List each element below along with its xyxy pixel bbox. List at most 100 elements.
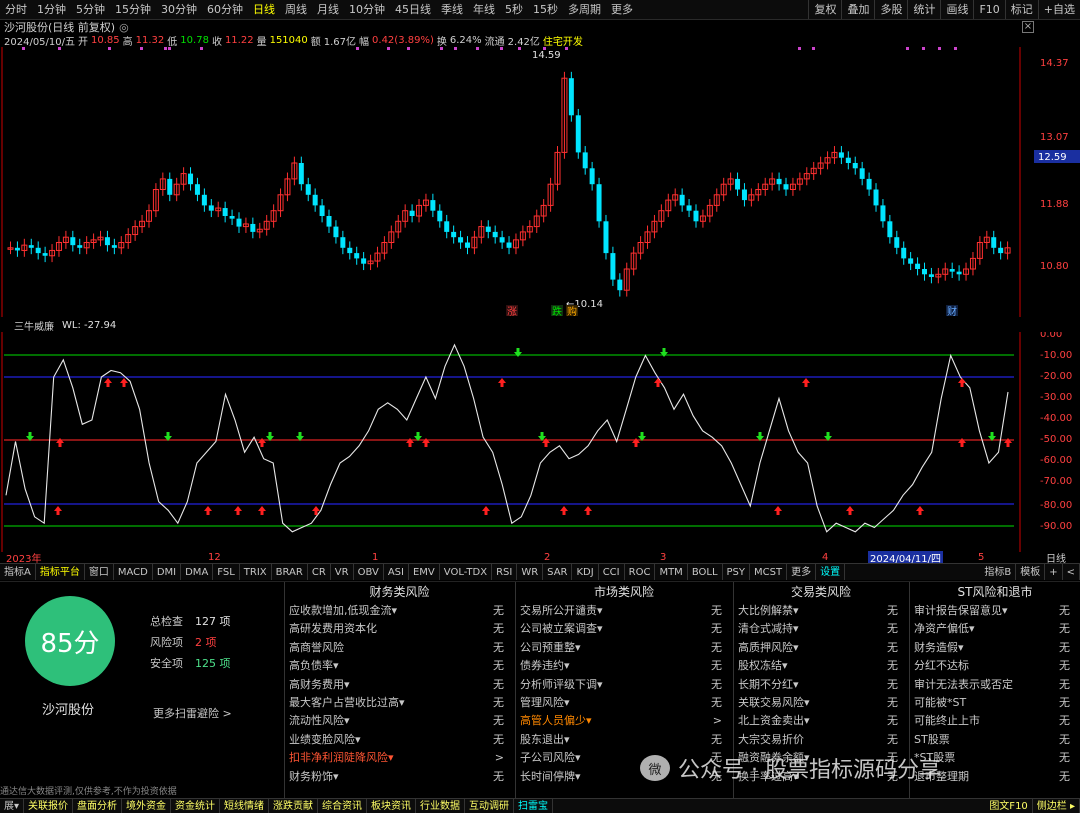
risk-item[interactable]: 北上资金卖出▾ 无	[734, 712, 908, 730]
risk-item[interactable]: 分红不达标 无	[910, 657, 1080, 675]
tab-right-button[interactable]: 模板	[1016, 564, 1046, 580]
period-tab[interactable]: 5秒	[500, 0, 528, 19]
risk-item[interactable]: 应收款增加,低现金流▾ 无	[285, 602, 514, 620]
period-tab[interactable]: 分时	[0, 0, 32, 19]
marker-zhang[interactable]: 涨	[507, 306, 517, 317]
toolbar-right-button[interactable]: F10	[973, 0, 1004, 19]
period-tab[interactable]: 日线	[248, 0, 280, 19]
period-tab[interactable]: 30分钟	[156, 0, 202, 19]
close-icon[interactable]: ×	[1022, 21, 1034, 33]
risk-item[interactable]: 扣非净利润陡降风险▾ >	[285, 749, 514, 767]
indicator-tab[interactable]: DMI	[153, 564, 182, 580]
more-scan-link[interactable]: 更多扫雷避险 >	[153, 705, 232, 721]
risk-item[interactable]: 管理风险▾ 无	[516, 694, 732, 712]
bottom-tab[interactable]: 综合资讯	[318, 799, 368, 813]
indicator-tab[interactable]: PSY	[723, 564, 751, 580]
toolbar-right-button[interactable]: 多股	[874, 0, 907, 19]
risk-item[interactable]: 高质押风险▾ 无	[734, 639, 908, 657]
indicator-tab[interactable]: MTM	[655, 564, 688, 580]
candlestick-chart[interactable]: 14.59 ←10.14 涨 跌 购 财 14.37 13.07 11.88 1…	[0, 47, 1080, 317]
toolbar-right-button[interactable]: 标记	[1004, 0, 1038, 19]
marker-cai[interactable]: 财	[947, 305, 957, 317]
risk-item[interactable]: 分析师评级下调▾ 无	[516, 676, 732, 694]
risk-item[interactable]: 关联交易风险▾ 无	[734, 694, 908, 712]
tab-right-button[interactable]: +	[1045, 564, 1063, 580]
indicator-tab[interactable]: MCST	[750, 564, 788, 580]
indicator-tab[interactable]: DMA	[181, 564, 214, 580]
indicator-tab[interactable]: BOLL	[688, 564, 723, 580]
period-tab[interactable]: 15分钟	[110, 0, 156, 19]
period-tab[interactable]: 1分钟	[32, 0, 71, 19]
indicator-tab[interactable]: CR	[308, 564, 331, 580]
period-tab[interactable]: 更多	[606, 0, 638, 19]
risk-item[interactable]: 股东退出▾ 无	[516, 731, 732, 749]
indicator-tab[interactable]: VOL-TDX	[440, 564, 493, 580]
bottom-tab[interactable]: 扫雷宝	[514, 799, 554, 813]
indicator-tab[interactable]: 更多	[787, 564, 817, 580]
bottom-tab[interactable]: 行业数据	[416, 799, 466, 813]
risk-item[interactable]: 业绩变脸风险▾ 无	[285, 731, 514, 749]
bottom-tab[interactable]: 板块资讯	[367, 799, 417, 813]
period-tab[interactable]: 季线	[436, 0, 468, 19]
indicator-tab[interactable]: KDJ	[572, 564, 599, 580]
period-tab[interactable]: 45日线	[390, 0, 436, 19]
indicator-tab[interactable]: WR	[517, 564, 544, 580]
toolbar-right-button[interactable]: 叠加	[841, 0, 874, 19]
indicator-tab[interactable]: 窗口	[85, 564, 114, 580]
indicator-tab[interactable]: 指标A	[0, 564, 36, 580]
bottom-tab[interactable]: 关联报价	[24, 799, 74, 813]
risk-item[interactable]: 审计报告保留意见▾ 无	[910, 602, 1080, 620]
indicator-tab[interactable]: MACD	[114, 564, 153, 580]
risk-item[interactable]: 高管人员偏少▾ >	[516, 712, 732, 730]
indicator-tab[interactable]: BRAR	[272, 564, 308, 580]
indicator-tab[interactable]: ROC	[625, 564, 656, 580]
period-tab[interactable]: 60分钟	[202, 0, 248, 19]
risk-item[interactable]: 大比例解禁▾ 无	[734, 602, 908, 620]
tab-right-button[interactable]: <	[1063, 564, 1080, 580]
indicator-tab[interactable]: 指标平台	[36, 564, 85, 580]
bottom-tab[interactable]: 短线情绪	[220, 799, 270, 813]
indicator-tab[interactable]: EMV	[409, 564, 440, 580]
risk-item[interactable]: 流动性风险▾ 无	[285, 712, 514, 730]
indicator-tab[interactable]: VR	[331, 564, 354, 580]
risk-item[interactable]: ST股票 无	[910, 731, 1080, 749]
risk-item[interactable]: 可能终止上市 无	[910, 712, 1080, 730]
indicator-name[interactable]: 三牛威廉	[0, 318, 54, 333]
settings-icon[interactable]: ◎	[119, 21, 129, 34]
period-tab[interactable]: 多周期	[563, 0, 606, 19]
risk-item[interactable]: 高研发费用资本化 无	[285, 620, 514, 638]
bottom-tab[interactable]: 盘面分析	[73, 799, 123, 813]
tab-right-button[interactable]: 指标B	[980, 564, 1017, 580]
toolbar-right-button[interactable]: +自选	[1037, 0, 1080, 19]
risk-item[interactable]: 最大客户占营收比过高▾ 无	[285, 694, 514, 712]
risk-item[interactable]: 公司被立案调查▾ 无	[516, 620, 732, 638]
risk-item[interactable]: 大宗交易折价 无	[734, 731, 908, 749]
period-tab[interactable]: 5分钟	[71, 0, 110, 19]
indicator-tab[interactable]: TRIX	[240, 564, 272, 580]
risk-item[interactable]: 债券违约▾ 无	[516, 657, 732, 675]
marker-die[interactable]: 跌	[552, 305, 562, 317]
risk-item[interactable]: 高负债率▾ 无	[285, 657, 514, 675]
bottom-tab[interactable]: 展▾	[0, 799, 25, 813]
risk-item[interactable]: 清仓式减持▾ 无	[734, 620, 908, 638]
indicator-tab[interactable]: RSI	[492, 564, 518, 580]
risk-item[interactable]: 长期不分红▾ 无	[734, 676, 908, 694]
risk-item[interactable]: 公司预重整▾ 无	[516, 639, 732, 657]
indicator-tab[interactable]: SAR	[543, 564, 573, 580]
williams-indicator-chart[interactable]: 0.00 -10.00 -20.00 -30.00 -40.00 -50.00 …	[0, 332, 1080, 552]
risk-item[interactable]: 高商誉风险 无	[285, 639, 514, 657]
risk-item[interactable]: 股权冻结▾ 无	[734, 657, 908, 675]
bottom-tab[interactable]: 互动调研	[465, 799, 515, 813]
risk-item[interactable]: 审计无法表示或否定 无	[910, 676, 1080, 694]
bottom-tab[interactable]: 境外资金	[122, 799, 172, 813]
risk-item[interactable]: 财务造假▾ 无	[910, 639, 1080, 657]
bottom-right-button[interactable]: 图文F10	[985, 799, 1033, 813]
risk-item[interactable]: 高财务费用▾ 无	[285, 676, 514, 694]
risk-item[interactable]: 净资产偏低▾ 无	[910, 620, 1080, 638]
risk-item[interactable]: 可能被*ST 无	[910, 694, 1080, 712]
risk-item[interactable]: 交易所公开谴责▾ 无	[516, 602, 732, 620]
bottom-right-button[interactable]: 侧边栏 ▸	[1033, 799, 1080, 813]
marker-gou[interactable]: 购	[567, 305, 577, 317]
indicator-tab[interactable]: OBV	[354, 564, 384, 580]
indicator-tab[interactable]: CCI	[599, 564, 625, 580]
